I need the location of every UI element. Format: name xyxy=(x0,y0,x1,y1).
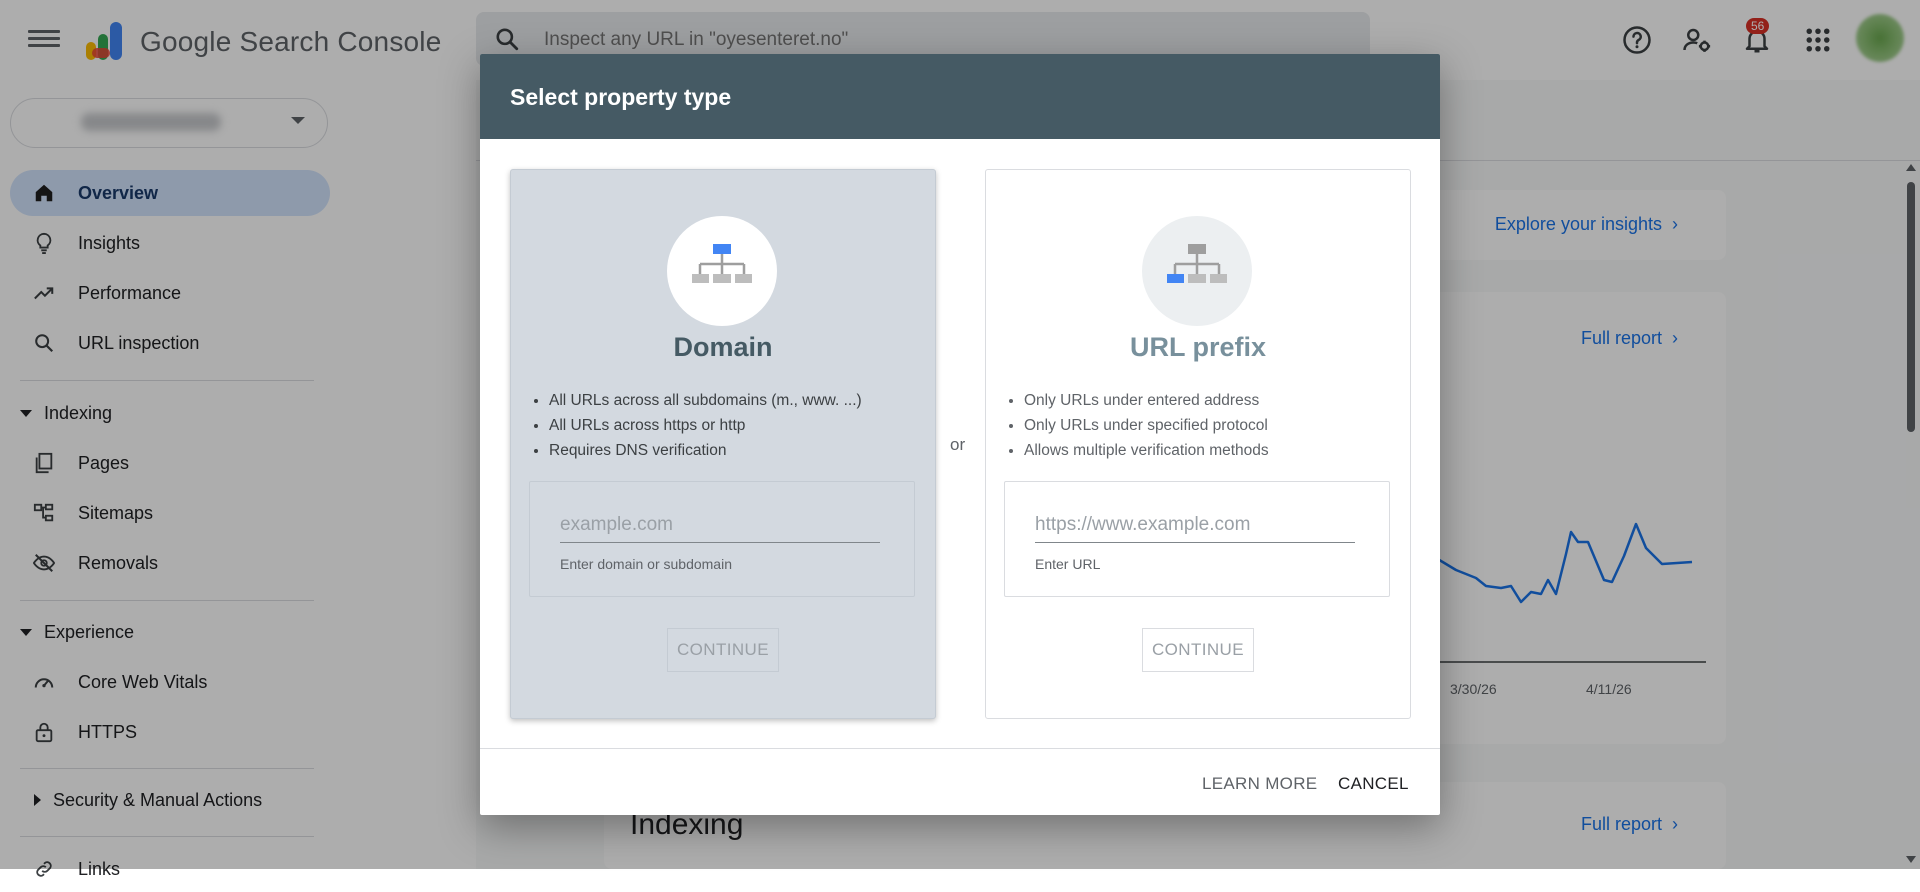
feature-item: Requires DNS verification xyxy=(549,438,862,463)
select-property-dialog: Select property type Domain All URLs acr… xyxy=(480,54,1440,815)
feature-item: Only URLs under entered address xyxy=(1024,388,1269,413)
or-separator: or xyxy=(950,435,966,454)
domain-continue-button[interactable]: CONTINUE xyxy=(667,628,779,672)
domain-input[interactable] xyxy=(560,514,880,543)
option-features: Only URLs under entered address Only URL… xyxy=(1006,388,1269,463)
divider xyxy=(480,748,1440,749)
domain-hierarchy-icon xyxy=(667,216,777,326)
domain-field-box: Enter domain or subdomain xyxy=(529,481,915,597)
field-help-text: Enter domain or subdomain xyxy=(560,556,732,572)
url-prefix-option-card[interactable]: URL prefix Only URLs under entered addre… xyxy=(985,169,1411,719)
dialog-header: Select property type xyxy=(480,54,1440,139)
feature-item: Allows multiple verification methods xyxy=(1024,438,1269,463)
url-input[interactable] xyxy=(1035,514,1355,543)
feature-item: Only URLs under specified protocol xyxy=(1024,413,1269,438)
url-prefix-continue-button[interactable]: CONTINUE xyxy=(1142,628,1254,672)
feature-item: All URLs across https or http xyxy=(549,413,862,438)
option-features: All URLs across all subdomains (m., www.… xyxy=(531,388,862,463)
field-help-text: Enter URL xyxy=(1035,556,1101,572)
url-field-box: Enter URL xyxy=(1004,481,1390,597)
domain-option-card[interactable]: Domain All URLs across all subdomains (m… xyxy=(510,169,936,719)
option-title: Domain xyxy=(673,332,773,362)
dialog-title: Select property type xyxy=(510,84,732,110)
cancel-button[interactable]: CANCEL xyxy=(1332,773,1415,795)
option-title: URL prefix xyxy=(1129,332,1267,362)
url-prefix-hierarchy-icon xyxy=(1142,216,1252,326)
feature-item: All URLs across all subdomains (m., www.… xyxy=(549,388,862,413)
learn-more-button[interactable]: LEARN MORE xyxy=(1196,773,1323,795)
